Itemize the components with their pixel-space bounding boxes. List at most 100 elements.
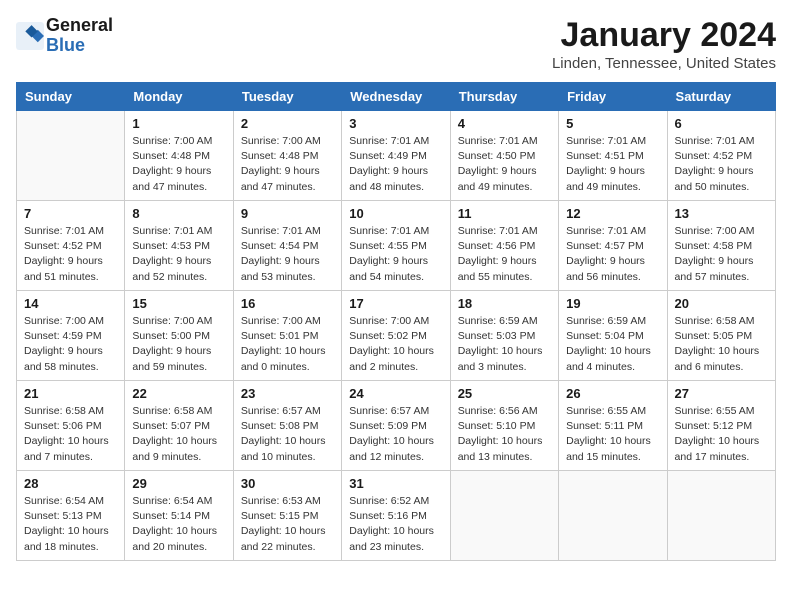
calendar-cell: 15 Sunrise: 7:00 AMSunset: 5:00 PMDayligh… [125,291,233,381]
day-number: 15 [132,296,225,311]
calendar-cell: 21 Sunrise: 6:58 AMSunset: 5:06 PMDayligh… [17,381,125,471]
day-number: 2 [241,116,334,131]
calendar-cell: 8Sunrise: 7:01 AMSunset: 4:53 PMDaylight… [125,201,233,291]
weekday-header-sunday: Sunday [17,83,125,111]
calendar-cell: 14 Sunrise: 7:00 AMSunset: 4:59 PMDayligh… [17,291,125,381]
day-info: Sunrise: 7:00 AMSunset: 4:48 PMDaylight:… [241,134,334,195]
day-number: 27 [675,386,768,401]
day-info: Sunrise: 7:01 AMSunset: 4:50 PMDaylight:… [458,134,551,195]
day-info: Sunrise: 6:55 AMSunset: 5:12 PMDaylight:… [675,404,768,465]
calendar-cell: 30Sunrise: 6:53 AMSunset: 5:15 PMDayligh… [233,471,341,561]
day-info: Sunrise: 7:00 AMSunset: 5:02 PMDaylight:… [349,314,442,375]
day-info: Sunrise: 6:58 AMSunset: 5:07 PMDaylight:… [132,404,225,465]
day-number: 18 [458,296,551,311]
day-number: 25 [458,386,551,401]
day-info: Sunrise: 7:00 AMSunset: 4:59 PMDaylight:… [24,314,117,375]
day-info: Sunrise: 6:56 AMSunset: 5:10 PMDaylight:… [458,404,551,465]
day-number: 17 [349,296,442,311]
calendar-cell: 10 Sunrise: 7:01 AMSunset: 4:55 PMDayligh… [342,201,450,291]
day-info: Sunrise: 6:58 AMSunset: 5:05 PMDaylight:… [675,314,768,375]
calendar-cell: 18 Sunrise: 6:59 AMSunset: 5:03 PMDayligh… [450,291,558,381]
day-number: 11 [458,206,551,221]
day-info: Sunrise: 7:01 AMSunset: 4:57 PMDaylight:… [566,224,659,285]
week-row-4: 21 Sunrise: 6:58 AMSunset: 5:06 PMDayligh… [17,381,776,471]
day-number: 24 [349,386,442,401]
day-number: 29 [132,476,225,491]
week-row-1: 1 Sunrise: 7:00 AMSunset: 4:48 PMDaylight… [17,111,776,201]
weekday-header-monday: Monday [125,83,233,111]
day-info: Sunrise: 6:59 AMSunset: 5:03 PMDaylight:… [458,314,551,375]
calendar-cell: 23 Sunrise: 6:57 AMSunset: 5:08 PMDayligh… [233,381,341,471]
calendar-cell [17,111,125,201]
weekday-header-friday: Friday [559,83,667,111]
day-info: Sunrise: 7:01 AMSunset: 4:55 PMDaylight:… [349,224,442,285]
week-row-5: 28 Sunrise: 6:54 AMSunset: 5:13 PMDayligh… [17,471,776,561]
calendar-cell: 9 Sunrise: 7:01 AMSunset: 4:54 PMDaylight… [233,201,341,291]
weekday-header-saturday: Saturday [667,83,775,111]
day-info: Sunrise: 6:59 AMSunset: 5:04 PMDaylight:… [566,314,659,375]
day-info: Sunrise: 6:55 AMSunset: 5:11 PMDaylight:… [566,404,659,465]
day-number: 23 [241,386,334,401]
calendar-cell: 24 Sunrise: 6:57 AMSunset: 5:09 PMDayligh… [342,381,450,471]
day-info: Sunrise: 6:53 AMSunset: 5:15 PMDaylight:… [241,494,334,555]
week-row-2: 7Sunrise: 7:01 AMSunset: 4:52 PMDaylight… [17,201,776,291]
calendar-cell: 20 Sunrise: 6:58 AMSunset: 5:05 PMDayligh… [667,291,775,381]
calendar-cell: 2 Sunrise: 7:00 AMSunset: 4:48 PMDaylight… [233,111,341,201]
logo: General Blue [16,16,113,56]
calendar-cell: 25 Sunrise: 6:56 AMSunset: 5:10 PMDayligh… [450,381,558,471]
day-info: Sunrise: 7:00 AMSunset: 4:48 PMDaylight:… [132,134,225,195]
day-info: Sunrise: 7:01 AMSunset: 4:52 PMDaylight:… [675,134,768,195]
day-info: Sunrise: 7:00 AMSunset: 5:00 PMDaylight:… [132,314,225,375]
day-number: 21 [24,386,117,401]
day-number: 12 [566,206,659,221]
day-number: 1 [132,116,225,131]
calendar-cell: 19 Sunrise: 6:59 AMSunset: 5:04 PMDayligh… [559,291,667,381]
calendar-cell: 31 Sunrise: 6:52 AMSunset: 5:16 PMDayligh… [342,471,450,561]
day-info: Sunrise: 7:01 AMSunset: 4:56 PMDaylight:… [458,224,551,285]
day-number: 9 [241,206,334,221]
day-number: 14 [24,296,117,311]
day-info: Sunrise: 7:01 AMSunset: 4:53 PMDaylight:… [132,224,225,285]
calendar-cell: 5Sunrise: 7:01 AMSunset: 4:51 PMDaylight… [559,111,667,201]
day-number: 7 [24,206,117,221]
day-number: 10 [349,206,442,221]
calendar-cell: 17 Sunrise: 7:00 AMSunset: 5:02 PMDayligh… [342,291,450,381]
day-info: Sunrise: 6:58 AMSunset: 5:06 PMDaylight:… [24,404,117,465]
calendar-table: SundayMondayTuesdayWednesdayThursdayFrid… [16,82,776,561]
calendar-cell: 1 Sunrise: 7:00 AMSunset: 4:48 PMDaylight… [125,111,233,201]
day-info: Sunrise: 7:01 AMSunset: 4:49 PMDaylight:… [349,134,442,195]
weekday-header-tuesday: Tuesday [233,83,341,111]
day-info: Sunrise: 6:54 AMSunset: 5:13 PMDaylight:… [24,494,117,555]
logo-line2: Blue [46,36,113,56]
calendar-cell: 13 Sunrise: 7:00 AMSunset: 4:58 PMDayligh… [667,201,775,291]
calendar-cell: 26Sunrise: 6:55 AMSunset: 5:11 PMDayligh… [559,381,667,471]
day-info: Sunrise: 6:52 AMSunset: 5:16 PMDaylight:… [349,494,442,555]
day-number: 22 [132,386,225,401]
day-number: 3 [349,116,442,131]
calendar-cell: 7Sunrise: 7:01 AMSunset: 4:52 PMDaylight… [17,201,125,291]
day-number: 4 [458,116,551,131]
calendar-cell [450,471,558,561]
calendar-cell: 29Sunrise: 6:54 AMSunset: 5:14 PMDayligh… [125,471,233,561]
day-info: Sunrise: 7:01 AMSunset: 4:54 PMDaylight:… [241,224,334,285]
day-info: Sunrise: 6:57 AMSunset: 5:08 PMDaylight:… [241,404,334,465]
weekday-header-wednesday: Wednesday [342,83,450,111]
day-number: 20 [675,296,768,311]
day-number: 13 [675,206,768,221]
day-info: Sunrise: 6:57 AMSunset: 5:09 PMDaylight:… [349,404,442,465]
calendar-cell: 12 Sunrise: 7:01 AMSunset: 4:57 PMDayligh… [559,201,667,291]
day-number: 6 [675,116,768,131]
logo-line1: General [46,16,113,36]
day-number: 31 [349,476,442,491]
calendar-cell: 22 Sunrise: 6:58 AMSunset: 5:07 PMDayligh… [125,381,233,471]
day-number: 16 [241,296,334,311]
weekday-header-row: SundayMondayTuesdayWednesdayThursdayFrid… [17,83,776,111]
calendar-cell [559,471,667,561]
month-title: January 2024 [552,16,776,55]
day-number: 28 [24,476,117,491]
day-info: Sunrise: 7:00 AMSunset: 4:58 PMDaylight:… [675,224,768,285]
page-header: General Blue January 2024 Linden, Tennes… [16,16,776,72]
calendar-cell [667,471,775,561]
day-number: 19 [566,296,659,311]
calendar-cell: 4 Sunrise: 7:01 AMSunset: 4:50 PMDaylight… [450,111,558,201]
